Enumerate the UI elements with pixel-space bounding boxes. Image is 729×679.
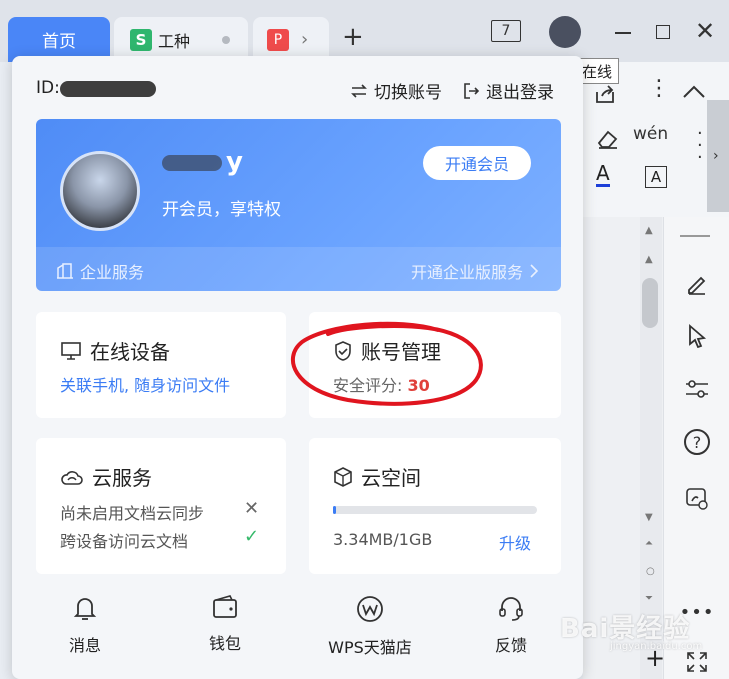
account-popup-panel: ID: 切换账号 退出登录 y 开会员，享特权 开通会员 企业服务 开通企业版服… (12, 56, 583, 679)
enterprise-service-label: 企业服务 (80, 263, 145, 282)
spreadsheet-app-icon: S (130, 28, 152, 51)
user-name: y (226, 147, 243, 177)
upgrade-link[interactable]: 升级 (499, 530, 531, 554)
wps-store-label: WPS天猫店 (328, 638, 412, 657)
share-icon[interactable] (594, 84, 616, 109)
link-phone-link[interactable]: 关联手机, 随身访问文件 (60, 372, 230, 396)
messages-label: 消息 (68, 636, 101, 655)
more-dots-icon[interactable]: · · · (697, 125, 705, 167)
next-page-icon[interactable]: ⏷ (645, 593, 653, 604)
scroll-up-arrow-icon[interactable]: ▲ (645, 225, 653, 236)
help-icon[interactable]: ? (684, 429, 710, 455)
user-avatar-button[interactable] (549, 16, 581, 48)
storage-progress-fill (333, 506, 336, 514)
online-devices-title: 在线设备 (90, 340, 170, 364)
red-annotation-circle (290, 321, 483, 406)
wps-store-button[interactable]: WPS天猫店 (310, 594, 430, 658)
font-color-icon[interactable]: A (596, 162, 610, 187)
text-box-icon[interactable]: A (645, 166, 667, 188)
cloud-space-title: 云空间 (361, 466, 421, 490)
prev-page-icon[interactable]: ⏶ (645, 538, 653, 549)
online-devices-card[interactable]: 在线设备 关联手机, 随身访问文件 (36, 312, 286, 418)
user-id-label: ID: (36, 78, 60, 98)
monitor-icon (61, 341, 81, 360)
wallet-label: 钱包 (208, 634, 241, 653)
membership-subtitle: 开会员，享特权 (162, 200, 281, 220)
close-window-button[interactable]: ✕ (695, 18, 715, 44)
scroll-down-arrow-icon[interactable]: ▼ (645, 512, 653, 523)
cloud-sync-status: 尚未启用文档云同步 (60, 504, 205, 523)
pinyin-button[interactable]: wén (633, 124, 668, 144)
wps-logo-icon (357, 596, 383, 622)
feedback-button[interactable]: 反馈 (476, 594, 546, 656)
swap-arrows-icon (351, 83, 367, 98)
logout-label: 退出登录 (486, 83, 554, 103)
pdf-app-icon: P (267, 28, 289, 51)
messages-button[interactable]: 消息 (50, 594, 120, 656)
cube-icon (334, 466, 352, 487)
drag-handle-icon (680, 235, 710, 237)
baidu-jingyan-watermark: Bai景经验 jingyan.baidu.com (560, 608, 702, 652)
window-count-button[interactable]: 7 (491, 20, 521, 42)
building-icon (57, 263, 73, 279)
cloud-service-card[interactable]: 云服务 尚未启用文档云同步 ✕ 跨设备访问云文档 ✓ (36, 438, 286, 574)
cloud-icon (61, 470, 83, 485)
panel-header: ID: 切换账号 退出登录 (12, 56, 583, 118)
user-name-redacted (162, 155, 222, 171)
maximize-button[interactable] (656, 25, 670, 39)
open-enterprise-label: 开通企业版服务 (410, 263, 523, 282)
tab-document-title: 工种 (158, 31, 191, 51)
cloud-service-title: 云服务 (92, 466, 152, 490)
feedback-label: 反馈 (494, 636, 527, 655)
chevron-right-icon: › (301, 29, 309, 50)
chevron-right-icon (530, 264, 539, 278)
storage-usage: 3.34MB/1GB (333, 530, 433, 549)
scroll-arrow-icon[interactable]: ▲ (645, 254, 653, 265)
membership-card: y 开会员，享特权 开通会员 企业服务 开通企业版服务 (36, 119, 561, 291)
wallet-icon (213, 595, 237, 618)
eraser-icon[interactable] (596, 128, 620, 155)
user-id-redacted (60, 81, 156, 97)
open-enterprise-link[interactable]: 开通企业版服务 (411, 259, 539, 283)
watermark-main: Bai景经验 (560, 614, 691, 644)
image-tool-icon[interactable] (682, 483, 712, 513)
enterprise-service[interactable]: 企业服务 (56, 259, 144, 283)
logout-icon (464, 82, 480, 99)
ribbon-expand-handle[interactable]: › (707, 100, 729, 212)
membership-footer: 企业服务 开通企业版服务 (36, 247, 561, 291)
switch-account-button[interactable]: 切换账号 (350, 78, 442, 103)
switch-account-label: 切换账号 (374, 83, 442, 103)
check-icon: ✓ (244, 526, 260, 547)
more-vertical-icon[interactable]: ⋮ (648, 78, 670, 100)
storage-progress-bar (333, 506, 537, 514)
page-select-icon[interactable]: ○ (646, 566, 655, 577)
minimize-button[interactable] (615, 32, 631, 34)
bell-icon (73, 598, 97, 620)
settings-sliders-icon[interactable] (682, 374, 712, 404)
watermark-sub: jingyan.baidu.com (610, 641, 703, 652)
chevron-right-icon: › (713, 148, 719, 164)
tab-unsaved-dot-icon (222, 35, 231, 44)
cross-device-status: 跨设备访问云文档 (60, 532, 189, 551)
wallet-button[interactable]: 钱包 (190, 594, 260, 654)
title-tab-bar: 首页 S 工种 P › + 7 ✕ (0, 0, 729, 62)
new-tab-button[interactable]: + (342, 24, 364, 50)
cloud-space-card[interactable]: 云空间 3.34MB/1GB 升级 (309, 438, 561, 574)
chevron-up-icon[interactable] (682, 80, 706, 104)
cursor-icon[interactable] (682, 321, 712, 351)
profile-avatar[interactable] (60, 151, 140, 231)
close-icon: ✕ (244, 498, 260, 519)
pen-icon[interactable] (682, 269, 712, 299)
open-membership-button[interactable]: 开通会员 (423, 146, 531, 180)
quick-actions-bar: 消息 钱包 WPS天猫店 反馈 (12, 576, 583, 679)
logout-button[interactable]: 退出登录 (462, 78, 554, 103)
headset-icon (499, 597, 523, 621)
scrollbar-thumb[interactable] (642, 278, 658, 328)
